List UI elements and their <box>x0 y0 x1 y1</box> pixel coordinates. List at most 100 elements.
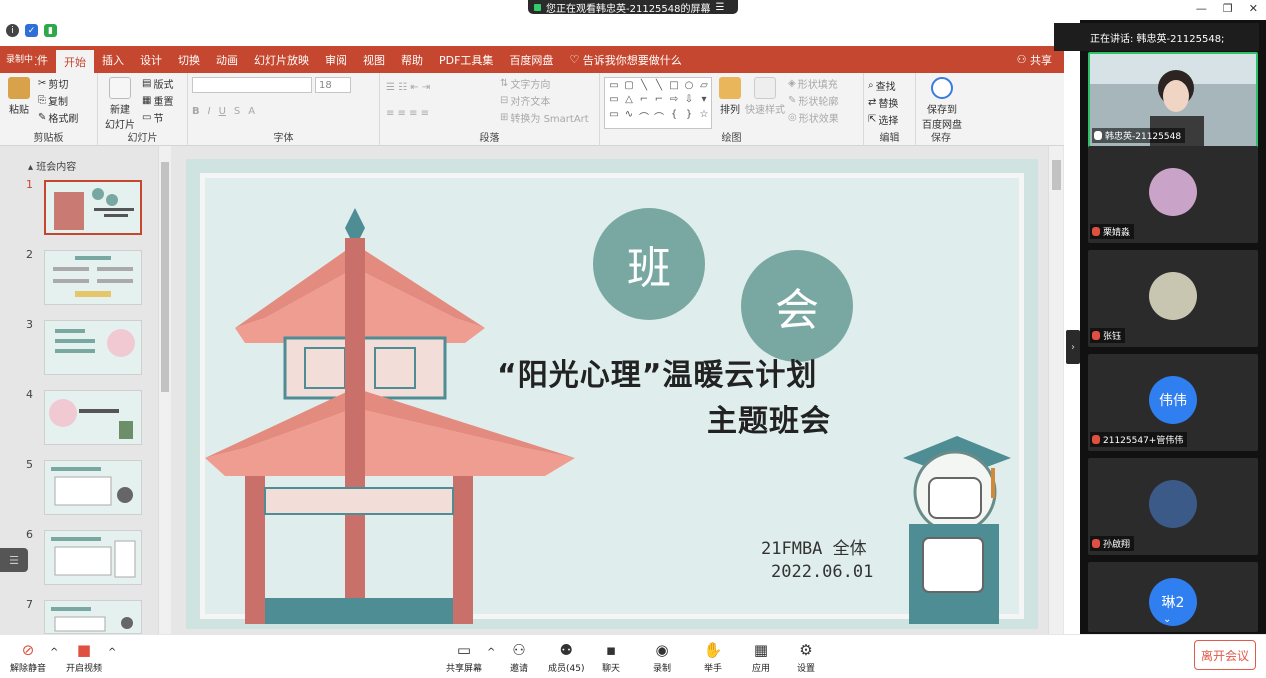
tab-insert[interactable]: 插入 <box>94 46 132 73</box>
share-screen-icon: ▭ <box>456 641 472 659</box>
meeting-info-icons: i ✓ ▮ <box>6 24 57 37</box>
security-shield-icon[interactable]: ✓ <box>25 24 38 37</box>
slide-thumbnail[interactable] <box>44 530 142 585</box>
reset-button[interactable]: ▦ 重置 <box>142 92 173 109</box>
chevron-up-icon[interactable]: ^ <box>50 647 58 658</box>
video-tile[interactable]: 张钰 <box>1088 250 1258 347</box>
tab-baidu[interactable]: 百度网盘 <box>501 46 561 73</box>
restore-button[interactable]: ❐ <box>1223 2 1233 15</box>
slide-canvas[interactable]: 班 会 “阳光心理”温暖云计划 主题班会 21FMBA 全体 2022.06.0… <box>186 159 1038 629</box>
tab-design[interactable]: 设计 <box>132 46 170 73</box>
align-text-button[interactable]: ⊟ 对齐文本 <box>500 92 589 109</box>
close-button[interactable]: ✕ <box>1249 2 1258 15</box>
avatar <box>1149 168 1197 216</box>
signal-icon[interactable]: ▮ <box>44 24 57 37</box>
raise-hand-button[interactable]: ✋ 举手 <box>703 641 723 674</box>
copy-button[interactable]: ⎘ 复制 <box>38 92 78 109</box>
slide-thumbnail[interactable] <box>44 600 142 634</box>
find-icon: ⌕ <box>868 80 874 91</box>
section-button[interactable]: ▭ 节 <box>142 109 173 126</box>
font-name-combo[interactable] <box>192 77 312 93</box>
select-button[interactable]: ⇱ 选择 <box>868 111 911 128</box>
paste-button[interactable]: 粘贴 <box>4 77 34 116</box>
mic-muted-icon <box>1092 331 1100 340</box>
cut-button[interactable]: ✂ 剪切 <box>38 75 78 92</box>
chat-button[interactable]: ▪ 聊天 <box>601 641 621 674</box>
floating-menu-handle[interactable]: ☰ <box>0 548 28 572</box>
slide-date: 2022.06.01 <box>771 562 874 582</box>
record-button[interactable]: ◉ 录制 <box>652 641 672 674</box>
tab-animations[interactable]: 动画 <box>208 46 246 73</box>
shapes-gallery[interactable]: ▭ ▢ ╲ ╲ □ ○ ▱ ▭ △ ⌐ ⌐ ⇨ ⇩ ▾ ▭ ∿ ⌒ ⌒{} ☆ <box>604 77 712 129</box>
font-size-combo[interactable]: 18 <box>315 77 351 93</box>
start-video-button[interactable]: ■ 开启视频 <box>66 641 102 674</box>
tab-review[interactable]: 审阅 <box>317 46 355 73</box>
bold-button[interactable]: B <box>192 106 200 117</box>
font-color-button[interactable]: A <box>248 106 255 117</box>
tab-view[interactable]: 视图 <box>355 46 393 73</box>
tab-transitions[interactable]: 切换 <box>170 46 208 73</box>
layout-button[interactable]: ▤ 版式 <box>142 75 173 92</box>
shadow-button[interactable]: S <box>234 106 240 117</box>
apps-icon: ▦ <box>753 641 769 659</box>
slide-thumbnail[interactable] <box>44 460 142 515</box>
invite-button[interactable]: ⚇ 邀请 <box>509 641 529 674</box>
window-controls: — ❐ ✕ <box>1196 2 1258 15</box>
scroll-thumb[interactable] <box>161 162 169 392</box>
apps-button[interactable]: ▦ 应用 <box>751 641 771 674</box>
baidu-cloud-icon <box>931 77 953 99</box>
unmute-button[interactable]: ⊘ 解除静音 <box>10 641 46 674</box>
underline-button[interactable]: U <box>219 106 226 117</box>
share-screen-button[interactable]: ▭ 共享屏幕 <box>446 641 482 674</box>
find-button[interactable]: ⌕ 查找 <box>868 77 911 94</box>
tab-slideshow[interactable]: 幻灯片放映 <box>246 46 317 73</box>
italic-button[interactable]: I <box>208 106 211 117</box>
video-tile[interactable]: 韩忠英-21125548 <box>1088 52 1258 149</box>
arrange-icon <box>719 77 741 99</box>
save-baidu-button[interactable]: 保存到 百度网盘 <box>920 77 964 131</box>
info-icon[interactable]: i <box>6 24 19 37</box>
slide-thumbnail[interactable] <box>44 390 142 445</box>
menu-icon[interactable]: ☰ <box>716 2 725 13</box>
tell-me-search[interactable]: ♡ 告诉我你想要做什么 <box>561 46 689 73</box>
thumbnail-preview <box>49 399 133 439</box>
align-buttons[interactable]: ≡ ≡ ≡ ≡ <box>386 105 429 122</box>
chevron-up-icon[interactable]: ^ <box>108 647 116 658</box>
video-tile[interactable]: 伟伟 21125547+管伟伟 <box>1088 354 1258 451</box>
chevron-down-icon[interactable]: ⌄ <box>1163 614 1171 625</box>
video-tile[interactable]: 栗婧淼 <box>1088 146 1258 243</box>
section-header[interactable]: ▴ 班会内容 <box>28 158 76 173</box>
arrange-button[interactable]: 排列 <box>718 77 742 116</box>
video-tile[interactable]: 孙啟翔 <box>1088 458 1258 555</box>
tab-help[interactable]: 帮助 <box>393 46 431 73</box>
smartart-button[interactable]: ⊞ 转换为 SmartArt <box>500 109 589 126</box>
tab-home[interactable]: 开始 <box>56 50 94 73</box>
members-button[interactable]: ⚉ 成员(45) <box>548 641 584 674</box>
replace-button[interactable]: ⇄ 替换 <box>868 94 911 111</box>
slide-thumbnail[interactable] <box>44 320 142 375</box>
smartart-label: 转换为 SmartArt <box>510 114 589 125</box>
slide-scrollbar[interactable] <box>1048 146 1063 634</box>
screen-share-banner[interactable]: 您正在观看韩忠英-21125548的屏幕 ☰ <box>528 0 738 15</box>
minimize-button[interactable]: — <box>1196 2 1207 15</box>
tab-pdf-tools[interactable]: PDF工具集 <box>431 46 501 73</box>
ban-circle: 班 <box>593 208 705 320</box>
video-tile[interactable]: 琳2 ⌄ <box>1088 562 1258 632</box>
leave-meeting-button[interactable]: 离开会议 <box>1194 640 1256 670</box>
shape-effects-button[interactable]: ◎ 形状效果 <box>788 109 839 126</box>
scroll-thumb[interactable] <box>1052 160 1061 190</box>
format-painter-button[interactable]: ✎ 格式刷 <box>38 109 78 126</box>
slide-thumbnail[interactable] <box>44 250 142 305</box>
shape-outline-button[interactable]: ✎ 形状轮廓 <box>788 92 839 109</box>
thumbnail-scrollbar[interactable] <box>158 146 171 634</box>
text-direction-button[interactable]: ⇅ 文字方向 <box>500 75 589 92</box>
quick-styles-button[interactable]: 快速样式 <box>744 77 786 116</box>
settings-button[interactable]: ⚙ 设置 <box>796 641 816 674</box>
new-slide-button[interactable]: 新建 幻灯片 <box>102 77 138 131</box>
chevron-up-icon[interactable]: ^ <box>487 647 495 658</box>
slide-thumbnail[interactable] <box>44 180 142 235</box>
list-buttons[interactable]: ☰ ☷ ⇤ ⇥ <box>386 79 430 96</box>
section-label: 节 <box>153 114 164 125</box>
collapse-panel-button[interactable]: › <box>1066 330 1080 364</box>
shape-fill-button[interactable]: ◈ 形状填充 <box>788 75 839 92</box>
